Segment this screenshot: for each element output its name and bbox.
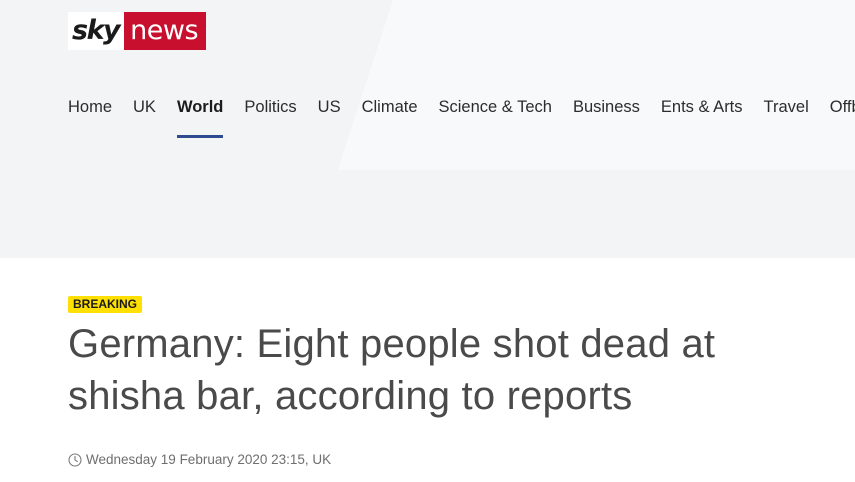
logo-news-text: news <box>124 12 207 50</box>
logo-sky-text: sky <box>68 12 125 50</box>
article-timestamp: Wednesday 19 February 2020 23:15, UK <box>68 452 331 467</box>
nav-item-ents-arts[interactable]: Ents & Arts <box>661 96 743 140</box>
main-navigation: Home UK World Politics US Climate Scienc… <box>68 96 855 140</box>
masthead: sky news Home UK World Politics US Clima… <box>0 0 855 258</box>
nav-item-offbeat[interactable]: Offbeat <box>830 96 855 140</box>
nav-item-us[interactable]: US <box>318 96 341 140</box>
nav-item-travel[interactable]: Travel <box>764 96 809 140</box>
timestamp-text: Wednesday 19 February 2020 23:15, UK <box>86 452 332 467</box>
clock-icon <box>68 452 82 467</box>
masthead-background-shape <box>337 0 855 170</box>
nav-item-science-tech[interactable]: Science & Tech <box>439 96 552 140</box>
nav-item-world[interactable]: World <box>176 96 224 140</box>
article-headline: Germany: Eight people shot dead at shish… <box>68 322 716 418</box>
nav-item-climate[interactable]: Climate <box>362 96 418 140</box>
nav-item-business[interactable]: Business <box>573 96 640 140</box>
nav-item-home[interactable]: Home <box>68 96 112 140</box>
nav-item-politics[interactable]: Politics <box>244 96 296 140</box>
nav-item-uk[interactable]: UK <box>133 96 156 140</box>
sky-news-logo[interactable]: sky news <box>68 12 207 50</box>
breaking-badge: BREAKING <box>68 296 143 313</box>
